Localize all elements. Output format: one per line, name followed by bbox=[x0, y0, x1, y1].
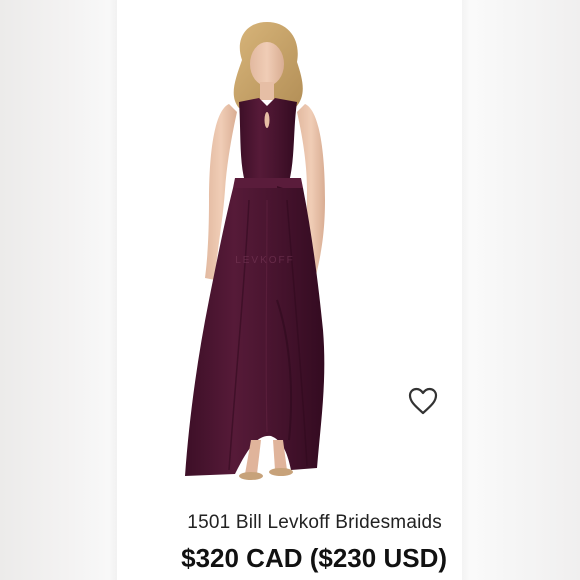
dress-keyhole bbox=[264, 112, 270, 128]
product-price: $320 CAD ($230 USD) bbox=[181, 543, 447, 573]
blurred-background-right bbox=[462, 0, 580, 580]
dress-skirt bbox=[185, 188, 325, 476]
favorite-button[interactable] bbox=[406, 384, 440, 418]
product-photo[interactable]: LEVKOFF bbox=[117, 0, 462, 500]
model-neck bbox=[260, 82, 274, 100]
model-face bbox=[250, 42, 284, 86]
left-shoe bbox=[239, 472, 263, 480]
dress-sash bbox=[233, 178, 303, 188]
dress-bodice bbox=[239, 98, 297, 182]
listing-frame: LEVKOFF 1501 Bill Levkoff Bridesmaids $3… bbox=[0, 0, 580, 580]
heart-outline-icon bbox=[408, 387, 438, 415]
blurred-background-left bbox=[0, 0, 117, 580]
product-title[interactable]: 1501 Bill Levkoff Bridesmaids bbox=[117, 512, 462, 534]
photo-watermark: LEVKOFF bbox=[235, 255, 295, 266]
right-shoe bbox=[269, 468, 293, 476]
product-card[interactable]: LEVKOFF 1501 Bill Levkoff Bridesmaids $3… bbox=[117, 0, 462, 580]
